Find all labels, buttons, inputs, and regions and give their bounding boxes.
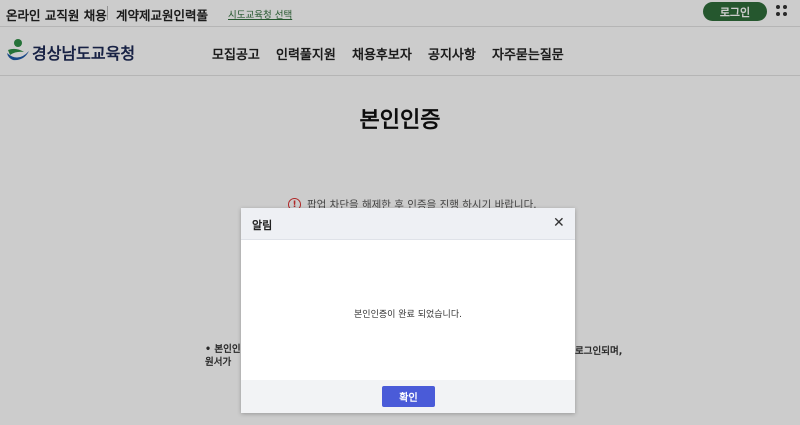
dialog-header: 알림 ✕ (241, 208, 575, 240)
dialog-message: 본인인증이 완료 되었습니다. (354, 310, 462, 320)
alert-dialog: 알림 ✕ 본인인증이 완료 되었습니다. 확인 (241, 208, 575, 413)
confirm-button[interactable]: 확인 (382, 386, 435, 407)
dialog-footer: 확인 (241, 380, 575, 413)
close-icon[interactable]: ✕ (553, 215, 565, 231)
dialog-title: 알림 (252, 219, 273, 232)
